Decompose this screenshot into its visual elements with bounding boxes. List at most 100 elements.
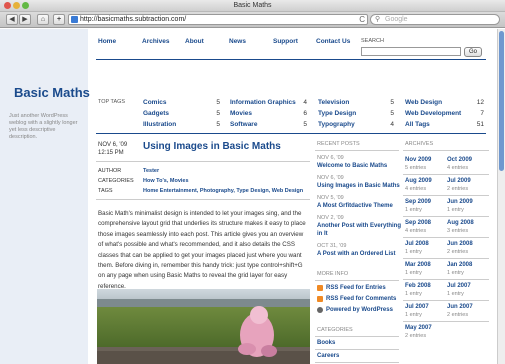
recent-post-date: NOV 6, '09 (317, 175, 344, 181)
category-link[interactable]: Books (317, 340, 335, 346)
tag-count: 7 (480, 110, 484, 117)
archive-entry-count: 1 entry (405, 249, 422, 255)
archive-entry-count: 1 entry (405, 291, 422, 297)
site-description: Just another WordPress weblog with a sli… (9, 113, 78, 140)
search-input[interactable] (361, 47, 461, 56)
nav-support[interactable]: Support (273, 38, 298, 45)
archive-entry-count: 1 entry (405, 270, 422, 276)
recent-post-date: NOV 2, '09 (317, 215, 344, 221)
tag-count: 5 (390, 110, 394, 117)
site-title[interactable]: Basic Maths (14, 85, 90, 100)
recent-post-link[interactable]: Using Images in Basic Maths (317, 182, 400, 190)
categories-label: CATEGORIES (98, 178, 134, 184)
meta-divider (96, 199, 310, 200)
nav-home[interactable]: Home (98, 38, 116, 45)
archive-entry-count: 2 entries (405, 333, 427, 339)
archive-month-link[interactable]: Jun 2009 (447, 199, 473, 205)
nav-divider (96, 59, 486, 60)
forward-button[interactable]: ▶ (19, 14, 31, 25)
post-tags[interactable]: Home Entertainment, Photography, Type De… (143, 188, 303, 194)
category-link[interactable]: Careers (317, 353, 339, 359)
tag-count: 5 (216, 121, 220, 128)
archive-row-divider (403, 216, 489, 217)
wordpress-link[interactable]: Powered by WordPress (326, 307, 393, 313)
rss-comments-link[interactable]: RSS Feed for Comments (326, 296, 396, 302)
rss-entries-link[interactable]: RSS Feed for Entries (326, 285, 386, 291)
tags-label: TAGS (98, 188, 113, 194)
archive-month-link[interactable]: Jun 2007 (447, 304, 473, 310)
archive-month-link[interactable]: Jul 2008 (405, 241, 429, 247)
archive-month-link[interactable]: Mar 2008 (405, 262, 431, 268)
archive-month-link[interactable]: Jun 2008 (447, 241, 473, 247)
tag-comics[interactable]: Comics (143, 99, 166, 106)
tag-web-development[interactable]: Web Development (405, 110, 461, 117)
recent-post-date: NOV 6, '09 (317, 155, 344, 161)
tag-software[interactable]: Software (230, 121, 257, 128)
address-bar[interactable]: http://basicmaths.subtraction.com/ C (68, 14, 368, 25)
archive-entry-count: 2 entries (447, 186, 469, 192)
browser-search-field[interactable]: ⚲ Google (370, 14, 500, 25)
archive-row-divider (403, 258, 489, 259)
tag-count: 5 (216, 110, 220, 117)
plus-icon: + (56, 16, 62, 23)
nav-about[interactable]: About (185, 38, 204, 45)
archive-row-divider (403, 321, 489, 322)
zoom-window-button[interactable] (22, 2, 29, 9)
post-author[interactable]: Tester (143, 168, 159, 174)
archive-month-link[interactable]: Jul 2009 (447, 178, 471, 184)
archive-month-link[interactable]: Jan 2008 (447, 262, 472, 268)
tag-count: 12 (476, 99, 484, 106)
recent-post-link[interactable]: Welcome to Basic Maths (317, 162, 387, 170)
tag-movies[interactable]: Movies (230, 110, 252, 117)
nav-archives[interactable]: Archives (142, 38, 169, 45)
tag-web-design[interactable]: Web Design (405, 99, 442, 106)
window-titlebar: Basic Maths (0, 0, 505, 12)
archive-month-link[interactable]: May 2007 (405, 325, 432, 331)
archive-month-link[interactable]: Jul 2007 (405, 304, 429, 310)
archive-month-link[interactable]: Aug 2009 (405, 178, 432, 184)
tag-illustration[interactable]: Illustration (143, 121, 176, 128)
archive-entry-count: 5 entries (405, 165, 427, 171)
recent-post-date: OCT 31, '09 (317, 243, 347, 249)
archive-month-link[interactable]: Nov 2009 (405, 157, 431, 163)
archive-month-link[interactable]: Oct 2009 (447, 157, 472, 163)
archive-row-divider (403, 237, 489, 238)
category-divider (315, 362, 399, 363)
post-categories[interactable]: How To's, Movies (143, 178, 189, 184)
archive-month-link[interactable]: Jul 2007 (447, 283, 471, 289)
post-date: NOV 6, '09 (98, 142, 128, 148)
nav-news[interactable]: News (229, 38, 246, 45)
tag-television[interactable]: Television (318, 99, 349, 106)
post-title[interactable]: Using Images in Basic Maths (143, 141, 281, 152)
home-button[interactable]: ⌂ (37, 14, 49, 25)
archive-month-link[interactable]: Sep 2008 (405, 220, 431, 226)
tag-gadgets[interactable]: Gadgets (143, 110, 169, 117)
reload-icon[interactable]: C (359, 15, 365, 24)
tag-all-tags[interactable]: All Tags (405, 121, 430, 128)
search-go-button[interactable]: Go (464, 47, 482, 57)
categories-divider (315, 336, 399, 337)
archive-entry-count: 1 entry (405, 312, 422, 318)
top-tags-label: TOP TAGS (98, 99, 126, 105)
scrollbar-thumb[interactable] (499, 31, 504, 171)
archive-month-link[interactable]: Aug 2008 (447, 220, 474, 226)
back-button[interactable]: ◀ (6, 14, 18, 25)
search-label: SEARCH (361, 38, 384, 44)
close-window-button[interactable] (4, 2, 11, 9)
recent-post-link[interactable]: A Post with an Ordered List (317, 250, 395, 258)
nav-contact-us[interactable]: Contact Us (316, 38, 350, 45)
archive-row-divider (403, 174, 489, 175)
add-bookmark-button[interactable]: + (53, 14, 65, 25)
recent-post-link[interactable]: Another Post with Everything in It (317, 222, 401, 238)
archive-month-link[interactable]: Sep 2009 (405, 199, 431, 205)
tag-typography[interactable]: Typography (318, 121, 355, 128)
tag-type-design[interactable]: Type Design (318, 110, 356, 117)
tag-information-graphics[interactable]: Information Graphics (230, 99, 296, 106)
vertical-scrollbar[interactable] (497, 29, 505, 364)
archive-month-link[interactable]: Feb 2008 (405, 283, 431, 289)
recent-post-link[interactable]: A Most Grfitdactive Theme (317, 202, 393, 210)
recent-post-date: NOV 5, '09 (317, 195, 344, 201)
minimize-window-button[interactable] (13, 2, 20, 9)
archive-row-divider (403, 300, 489, 301)
address-text: http://basicmaths.subtraction.com/ (80, 16, 187, 23)
